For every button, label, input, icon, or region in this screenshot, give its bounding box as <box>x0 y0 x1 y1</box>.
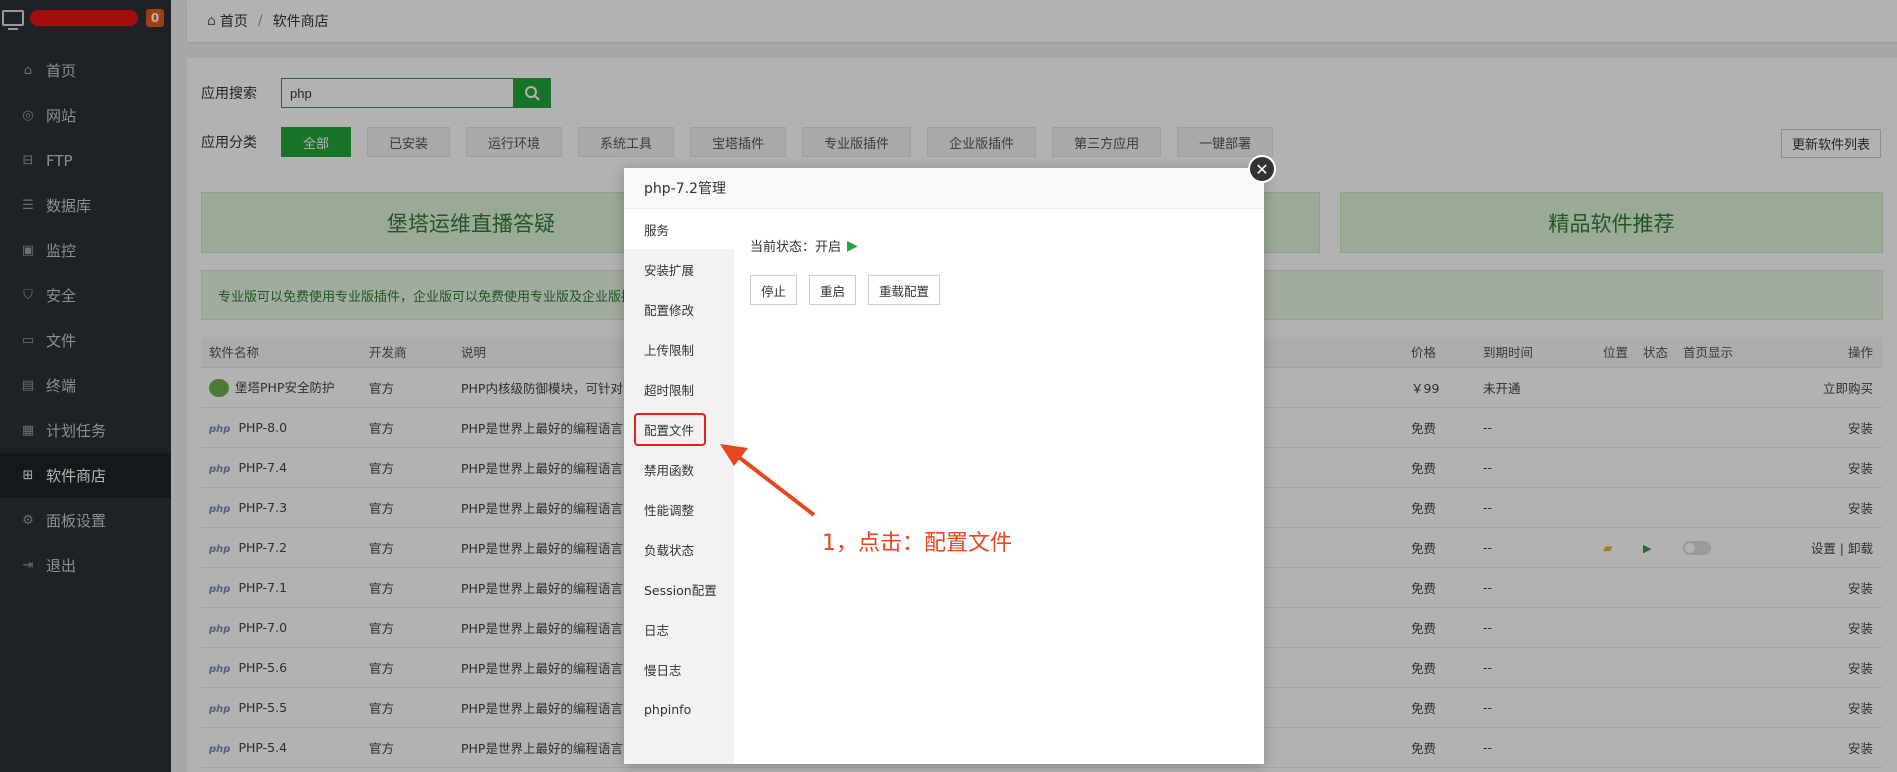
menu-item-label: 服务 <box>644 222 670 238</box>
menu-item-config-file[interactable]: 配置文件 <box>624 409 734 449</box>
menu-item-label: phpinfo <box>644 701 692 717</box>
menu-item-label: 超时限制 <box>644 382 695 398</box>
menu-item-session-config[interactable]: Session配置 <box>624 569 734 609</box>
reload-config-button[interactable]: 重载配置 <box>868 275 941 305</box>
menu-item-disabled-functions[interactable]: 禁用函数 <box>624 449 734 489</box>
annotation-text: 1，点击：配置文件 <box>822 531 1012 556</box>
menu-item-log[interactable]: 日志 <box>624 609 734 649</box>
restart-button[interactable]: 重启 <box>809 275 857 305</box>
stop-button[interactable]: 停止 <box>750 275 798 305</box>
menu-item-service[interactable]: 服务 <box>624 209 734 249</box>
menu-item-label: 性能调整 <box>644 502 695 518</box>
menu-item-label: 日志 <box>644 622 670 638</box>
menu-item-label: 配置文件 <box>634 412 707 446</box>
menu-item-label: 配置修改 <box>644 302 695 318</box>
menu-item-label: 慢日志 <box>644 662 682 678</box>
php-manage-dialog: php-7.2管理 服务 安装扩展 配置修改 上传限制 超时限制 配置文件 禁用… <box>624 168 1264 764</box>
menu-item-label: 禁用函数 <box>644 462 695 478</box>
menu-item-config-modify[interactable]: 配置修改 <box>624 289 734 329</box>
menu-item-phpinfo[interactable]: phpinfo <box>624 689 734 729</box>
service-status: 当前状态：开启 ▶ <box>750 236 858 256</box>
menu-item-load-status[interactable]: 负载状态 <box>624 529 734 569</box>
menu-item-label: 上传限制 <box>644 342 695 358</box>
menu-item-label: Session配置 <box>644 582 717 598</box>
menu-item-timeout-limit[interactable]: 超时限制 <box>624 369 734 409</box>
dialog-body: 当前状态：开启 ▶ 停止 重启 重载配置 <box>750 209 1264 764</box>
menu-item-label: 负载状态 <box>644 542 695 558</box>
running-play-icon: ▶ <box>847 237 858 254</box>
menu-item-performance[interactable]: 性能调整 <box>624 489 734 529</box>
close-icon[interactable]: ✕ <box>1248 155 1276 183</box>
service-button-row: 停止 重启 重载配置 <box>750 275 952 305</box>
status-text: 当前状态：开启 <box>750 240 842 255</box>
dialog-title: php-7.2管理 <box>624 168 1264 209</box>
menu-item-label: 安装扩展 <box>644 262 695 278</box>
menu-item-slow-log[interactable]: 慢日志 <box>624 649 734 689</box>
dialog-menu: 服务 安装扩展 配置修改 上传限制 超时限制 配置文件 禁用函数 性能调整 负载… <box>624 209 734 764</box>
menu-item-upload-limit[interactable]: 上传限制 <box>624 329 734 369</box>
menu-item-install-extension[interactable]: 安装扩展 <box>624 249 734 289</box>
